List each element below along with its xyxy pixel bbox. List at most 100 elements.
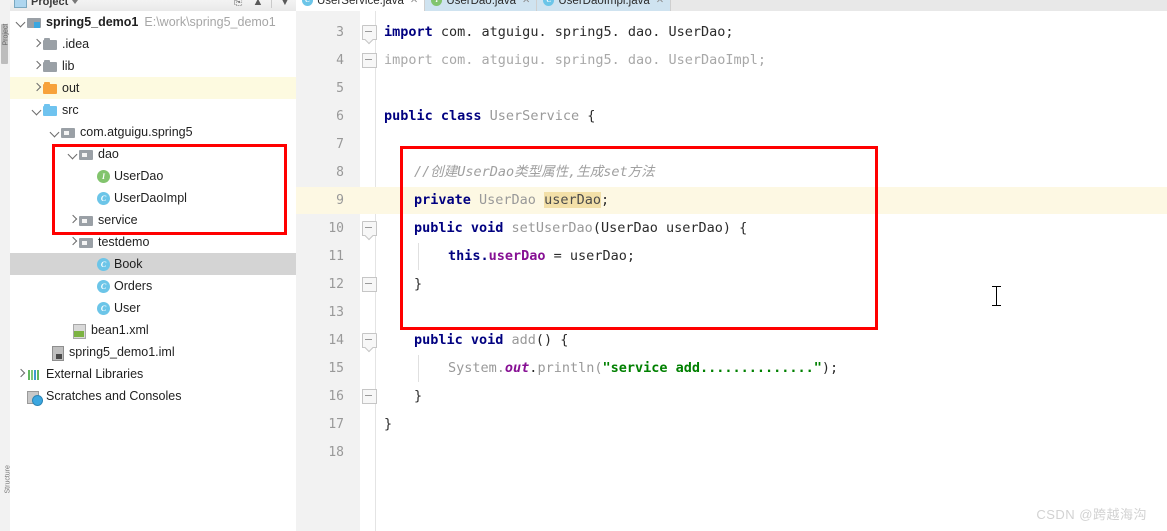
tree-row-spring5-demo1[interactable]: spring5_demo1 E:\work\spring5_demo1 (10, 11, 296, 33)
chevron-right-icon[interactable] (30, 77, 43, 99)
tree-row-bean1-xml[interactable]: bean1.xml (10, 319, 296, 341)
editor-line-12[interactable]: 12 } (296, 271, 1167, 298)
chevron-down-icon[interactable] (72, 0, 79, 4)
editor-line-3[interactable]: 3 import com. atguigu. spring5. dao. Use… (296, 19, 1167, 46)
folder-icon (43, 37, 58, 52)
folder-source-icon (43, 103, 58, 118)
tree-row-orders[interactable]: C Orders (10, 275, 296, 297)
tree-item-label: lib (62, 59, 75, 73)
editor-line-17[interactable]: 17 } (296, 411, 1167, 438)
line-number: 11 (328, 249, 344, 264)
tree-item-label: Scratches and Consoles (46, 389, 182, 403)
project-tree-panel[interactable]: spring5_demo1 E:\work\spring5_demo1 .ide… (10, 11, 297, 531)
editor-line-11[interactable]: 11 this.userDao = userDao; (296, 243, 1167, 270)
code-editor[interactable]: 3 import com. atguigu. spring5. dao. Use… (296, 11, 1167, 531)
fold-marker-icon[interactable] (362, 53, 377, 68)
editor-tab-bar[interactable]: C UserService.java ✕ I UserDao.java ✕ C … (296, 0, 1167, 11)
tree-row-userdao[interactable]: I UserDao (10, 165, 296, 187)
line-number: 12 (328, 277, 344, 292)
chevron-right-icon[interactable] (14, 363, 27, 385)
tree-item-label: testdemo (98, 235, 150, 249)
tree-row-dao[interactable]: dao (10, 143, 296, 165)
settings-gear-icon[interactable]: ▼ (278, 0, 292, 9)
tool-strip-label-project[interactable]: Project (3, 6, 10, 46)
tab-userdao-java[interactable]: I UserDao.java ✕ (425, 0, 538, 11)
class-icon: C (97, 301, 110, 315)
toolbar-divider (271, 0, 272, 8)
editor-line-8[interactable]: 8 //创建UserDao类型属性,生成set方法 (296, 159, 1167, 186)
tab-userdaoimpl-java[interactable]: C UserDaoImpl.java ✕ (537, 0, 672, 11)
tree-row-service[interactable]: service (10, 209, 296, 231)
line-number: 13 (328, 305, 344, 320)
chevron-down-icon[interactable] (14, 11, 27, 33)
fold-marker-icon[interactable] (362, 25, 377, 40)
indent-guide (418, 243, 419, 270)
tab-userservice-java[interactable]: C UserService.java ✕ (296, 0, 426, 11)
tree-item-label: src (62, 103, 79, 117)
tree-row-scratches[interactable]: Scratches and Consoles (10, 385, 296, 407)
indent-guide (418, 355, 419, 382)
tree-row-testdemo[interactable]: testdemo (10, 231, 296, 253)
tree-row-userdaoimpl[interactable]: C UserDaoImpl (10, 187, 296, 209)
project-panel-title[interactable]: Project (31, 0, 68, 8)
editor-line-9[interactable]: 9 private UserDao userDao; (296, 187, 1167, 214)
tree-item-label: spring5_demo1 (46, 15, 139, 29)
class-icon: C (97, 191, 110, 205)
editor-line-13[interactable]: 13 (296, 299, 1167, 326)
close-icon[interactable]: ✕ (410, 0, 418, 6)
module-icon (27, 15, 42, 30)
project-panel-icon (14, 0, 27, 8)
code-text: import com. atguigu. spring5. dao. UserD… (384, 52, 767, 68)
class-icon: C (97, 257, 110, 271)
code-text: this.userDao = userDao; (448, 248, 635, 264)
tree-row-book[interactable]: C Book (10, 253, 296, 275)
scratches-icon (27, 389, 43, 406)
line-number: 6 (336, 109, 344, 124)
fold-marker-icon[interactable] (362, 221, 377, 236)
chevron-right-icon[interactable] (66, 209, 79, 231)
chevron-right-icon[interactable] (66, 231, 79, 253)
tree-item-path: E:\work\spring5_demo1 (144, 15, 276, 29)
editor-line-18[interactable]: 18 (296, 439, 1167, 466)
editor-line-14[interactable]: 14 public void add() { (296, 327, 1167, 354)
editor-line-15[interactable]: 15 System.out.println("service add......… (296, 355, 1167, 382)
xml-file-icon (72, 323, 87, 339)
collapse-all-icon[interactable]: ⎘ (231, 0, 245, 9)
tree-row-user[interactable]: C User (10, 297, 296, 319)
line-number: 5 (336, 81, 344, 96)
chevron-right-icon[interactable] (30, 55, 43, 77)
line-number: 8 (336, 165, 344, 180)
tree-item-label: spring5_demo1.iml (69, 345, 175, 359)
fold-marker-icon[interactable] (362, 389, 377, 404)
fold-marker-icon[interactable] (362, 333, 377, 348)
tree-row-lib[interactable]: lib (10, 55, 296, 77)
class-icon: C (97, 279, 110, 293)
chevron-right-icon[interactable] (30, 33, 43, 55)
iml-file-icon (50, 345, 65, 361)
editor-line-5[interactable]: 5 (296, 75, 1167, 102)
close-icon[interactable]: ✕ (522, 0, 530, 6)
close-icon[interactable]: ✕ (656, 0, 664, 6)
editor-line-6[interactable]: 6 public class UserService { (296, 103, 1167, 130)
editor-line-10[interactable]: 10 public void setUserDao(UserDao userDa… (296, 215, 1167, 242)
chevron-down-icon[interactable] (30, 99, 43, 121)
tree-item-label: com.atguigu.spring5 (80, 125, 193, 139)
editor-line-16[interactable]: 16 } (296, 383, 1167, 410)
tree-row-idea[interactable]: .idea (10, 33, 296, 55)
tree-row-com-atguigu-spring5[interactable]: com.atguigu.spring5 (10, 121, 296, 143)
scroll-up-icon[interactable]: ▲ (251, 0, 265, 9)
fold-marker-icon[interactable] (362, 277, 377, 292)
chevron-down-icon[interactable] (48, 121, 61, 143)
code-text: } (414, 276, 423, 292)
editor-line-4[interactable]: 4 import com. atguigu. spring5. dao. Use… (296, 47, 1167, 74)
tree-row-external-libraries[interactable]: External Libraries (10, 363, 296, 385)
tree-item-label: Orders (114, 279, 153, 293)
tree-item-label: .idea (62, 37, 90, 51)
editor-line-7[interactable]: 7 (296, 131, 1167, 158)
line-number: 15 (328, 361, 344, 376)
tree-row-iml[interactable]: spring5_demo1.iml (10, 341, 296, 363)
package-icon (79, 147, 94, 162)
tree-row-src[interactable]: src (10, 99, 296, 121)
tree-row-out[interactable]: out (10, 77, 296, 99)
chevron-down-icon[interactable] (66, 143, 79, 165)
